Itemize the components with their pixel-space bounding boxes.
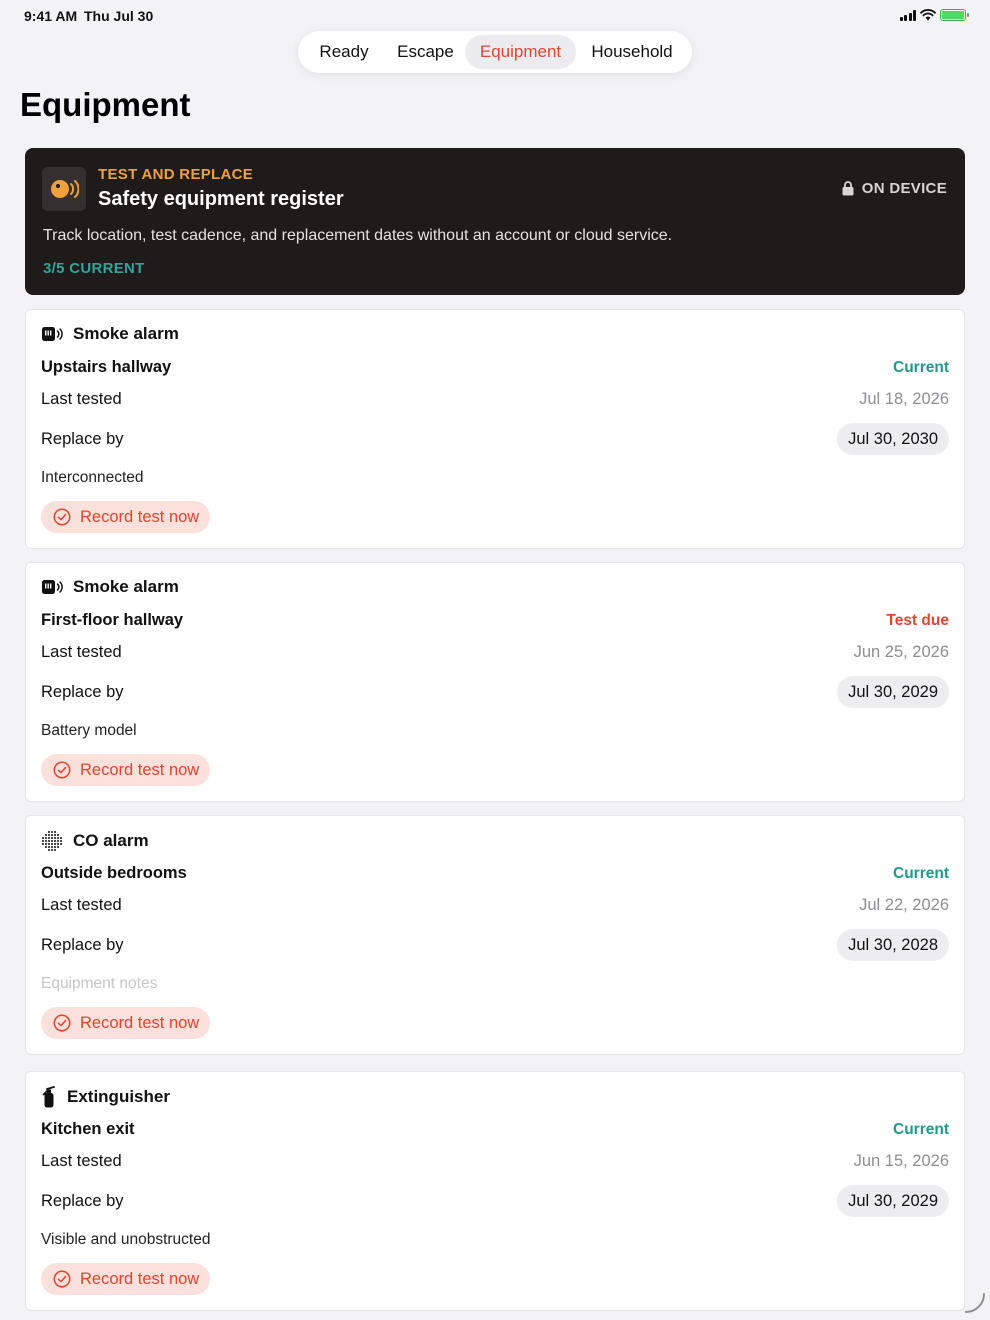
status-badge: Current (893, 1120, 949, 1138)
equipment-type: Smoke alarm (41, 577, 179, 597)
equipment-notes-field[interactable]: Equipment notes (41, 975, 157, 993)
last-tested-value: Jun 15, 2026 (853, 1152, 949, 1170)
replace-by-row: Replace by Jul 30, 2029 (41, 676, 949, 708)
replace-by-date-picker[interactable]: Jul 30, 2030 (837, 423, 949, 455)
equipment-card[interactable]: Extinguisher Kitchen exit Current Last test… (25, 1071, 965, 1311)
record-test-label: Record test now (80, 1269, 200, 1288)
replace-by-row: Replace by Jul 30, 2028 (41, 929, 949, 961)
fire-extinguisher-icon (41, 1086, 57, 1108)
equipment-card[interactable]: CO alarm Outside bedrooms Current Last test… (25, 815, 965, 1055)
location-row: Outside bedrooms Current (41, 864, 949, 883)
status-bar: 9:41 AM Thu Jul 30 (0, 0, 990, 32)
hero-title: Safety equipment register (98, 188, 344, 210)
smoke-alarm-icon (41, 326, 63, 342)
section-tabs: Ready Escape Equipment Household (298, 31, 692, 73)
tab-escape[interactable]: Escape (386, 35, 465, 69)
equipment-notes-field[interactable]: Visible and unobstructed (41, 1231, 210, 1249)
location-row: Kitchen exit Current (41, 1120, 949, 1139)
on-device-label: ON DEVICE (861, 180, 947, 197)
record-test-button[interactable]: Record test now (41, 501, 211, 533)
tab-household[interactable]: Household (576, 35, 688, 69)
replace-by-date-picker[interactable]: Jul 30, 2029 (837, 676, 949, 708)
checkmark-circle-icon (53, 761, 71, 779)
equipment-location: Upstairs hallway (41, 358, 172, 376)
replace-by-label: Replace by (41, 1191, 124, 1210)
replace-by-date-picker[interactable]: Jul 30, 2028 (837, 929, 949, 961)
record-test-button[interactable]: Record test now (41, 1007, 211, 1039)
alarm-sound-icon (42, 167, 86, 211)
equipment-location: First-floor hallway (41, 611, 184, 629)
equipment-type-label: Smoke alarm (73, 577, 179, 596)
co-alarm-icon (41, 830, 63, 852)
checkmark-circle-icon (53, 1014, 71, 1032)
record-test-button[interactable]: Record test now (41, 754, 211, 786)
last-tested-label: Last tested (41, 643, 122, 661)
record-test-label: Record test now (80, 507, 200, 526)
on-device-badge: ON DEVICE (842, 180, 947, 197)
hero-eyebrow: TEST AND REPLACE (98, 166, 254, 183)
page-title: Equipment (20, 86, 191, 123)
replace-by-date-picker[interactable]: Jul 30, 2029 (837, 1185, 949, 1217)
equipment-type-label: Extinguisher (67, 1087, 170, 1106)
last-tested-row: Last tested Jun 25, 2026 (41, 643, 949, 662)
smoke-alarm-icon (41, 579, 63, 595)
last-tested-value: Jul 22, 2026 (859, 896, 949, 914)
record-test-button[interactable]: Record test now (41, 1263, 211, 1295)
equipment-notes-field[interactable]: Interconnected (41, 469, 144, 487)
status-date: Thu Jul 30 (84, 8, 154, 24)
last-tested-row: Last tested Jun 15, 2026 (41, 1152, 949, 1171)
register-summary-card: TEST AND REPLACE Safety equipment regist… (25, 148, 965, 295)
equipment-card[interactable]: Smoke alarm Upstairs hallway Current Last t… (25, 309, 965, 549)
replace-by-label: Replace by (41, 682, 124, 701)
checkmark-circle-icon (53, 1270, 71, 1288)
equipment-type-label: CO alarm (73, 831, 149, 850)
last-tested-label: Last tested (41, 1152, 122, 1170)
last-tested-label: Last tested (41, 896, 122, 914)
equipment-card[interactable]: Smoke alarm First-floor hallway Test due La… (25, 562, 965, 802)
replace-by-row: Replace by Jul 30, 2030 (41, 423, 949, 455)
equipment-location: Kitchen exit (41, 1120, 135, 1138)
status-badge: Current (893, 864, 949, 882)
equipment-type: Smoke alarm (41, 324, 179, 344)
last-tested-label: Last tested (41, 390, 122, 408)
tab-equipment[interactable]: Equipment (465, 35, 576, 69)
tab-ready[interactable]: Ready (302, 35, 386, 69)
record-test-label: Record test now (80, 1013, 200, 1032)
current-count: 3/5 CURRENT (43, 260, 145, 277)
equipment-type-label: Smoke alarm (73, 324, 179, 343)
equipment-notes-field[interactable]: Battery model (41, 722, 137, 740)
wifi-icon (920, 9, 936, 21)
battery-charging-icon (940, 9, 969, 21)
scroll-indicator-icon (965, 1293, 985, 1313)
last-tested-value: Jul 18, 2026 (859, 390, 949, 408)
last-tested-row: Last tested Jul 22, 2026 (41, 896, 949, 915)
last-tested-value: Jun 25, 2026 (853, 643, 949, 661)
record-test-label: Record test now (80, 760, 200, 779)
location-row: Upstairs hallway Current (41, 358, 949, 377)
equipment-type: CO alarm (41, 830, 149, 852)
equipment-type: Extinguisher (41, 1086, 170, 1108)
hero-description: Track location, test cadence, and replac… (43, 227, 673, 244)
last-tested-row: Last tested Jul 18, 2026 (41, 390, 949, 409)
location-row: First-floor hallway Test due (41, 611, 949, 630)
status-icons (899, 9, 969, 21)
status-badge: Current (893, 358, 949, 376)
lock-icon (842, 181, 854, 196)
equipment-location: Outside bedrooms (41, 864, 187, 882)
replace-by-row: Replace by Jul 30, 2029 (41, 1185, 949, 1217)
cellular-signal-icon (899, 9, 916, 21)
status-time: 9:41 AM (24, 8, 78, 24)
replace-by-label: Replace by (41, 935, 124, 954)
checkmark-circle-icon (53, 508, 71, 526)
replace-by-label: Replace by (41, 429, 124, 448)
status-badge: Test due (886, 611, 949, 629)
